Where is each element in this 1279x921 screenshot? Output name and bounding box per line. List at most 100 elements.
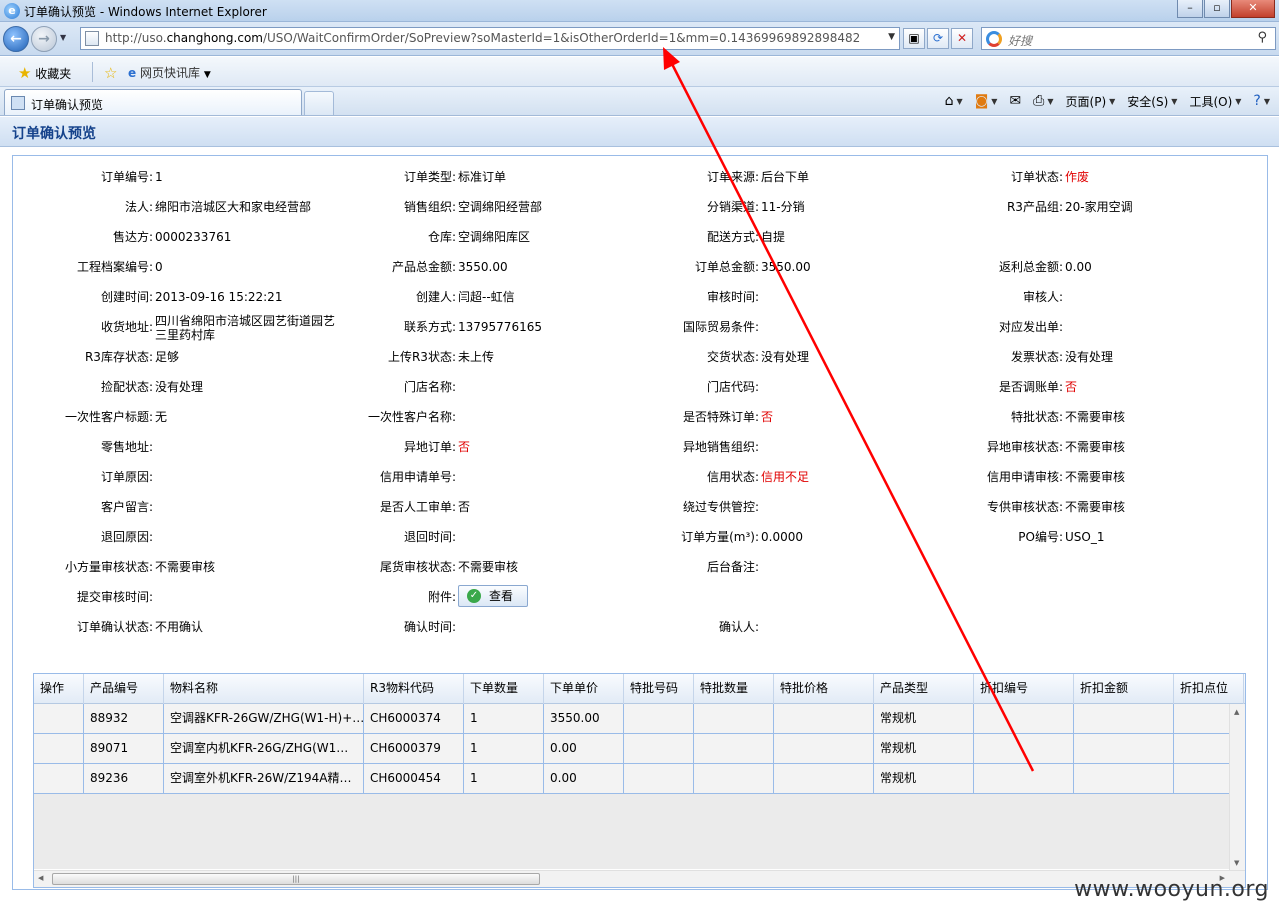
table-cell: 空调器KFR-26GW/ZHG(W1-H)+…	[164, 704, 364, 734]
table-cell: 89071	[84, 734, 164, 764]
column-header[interactable]: 特批价格	[774, 674, 874, 704]
column-header[interactable]: R3物料代码	[364, 674, 464, 704]
field-value: 否	[1065, 380, 1078, 394]
form-field: 订单原因:	[13, 470, 316, 490]
scroll-thumb[interactable]: |||	[52, 873, 540, 885]
vertical-scrollbar[interactable]: ▲ ▼	[1229, 704, 1245, 871]
field-value: 空调绵阳库区	[458, 230, 531, 244]
field-label: PO编号:	[1018, 530, 1063, 544]
table-cell: 1	[464, 704, 544, 734]
form-field: 是否调账单: 否	[923, 380, 1226, 400]
mail-button[interactable]: ✉	[1006, 91, 1024, 111]
scroll-down-icon[interactable]: ▼	[1234, 859, 1239, 867]
column-header[interactable]: 产品编号	[84, 674, 164, 704]
field-label: 订单方量(m³):	[681, 530, 759, 544]
history-dropdown-icon[interactable]: ▼	[60, 33, 66, 42]
form-field: 信用申请审核: 不需要审核	[923, 470, 1226, 490]
form-field: 配送方式: 自提	[619, 230, 922, 250]
print-button[interactable]: ⎙ ▼	[1030, 91, 1056, 111]
table-row[interactable]: 89071 空调室内机KFR-26G/ZHG(W1… CH6000379 1 0.00 常…	[34, 734, 1245, 764]
feeds-button[interactable]: ◙ ▼	[972, 91, 1001, 111]
column-header[interactable]: 折扣金额	[1074, 674, 1174, 704]
field-label: 异地审核状态:	[986, 440, 1063, 454]
scroll-up-icon[interactable]: ▲	[1234, 708, 1239, 716]
scroll-left-icon[interactable]: ◀	[38, 874, 43, 882]
help-menu[interactable]: ? ▼	[1250, 91, 1273, 111]
new-tab-button[interactable]	[304, 91, 334, 115]
tab-page-icon	[11, 96, 25, 110]
field-value: 0.0000	[761, 530, 803, 544]
form-field: 订单确认状态: 不用确认	[13, 620, 316, 640]
page-menu-label: 页面(P)	[1065, 94, 1107, 109]
close-window-button[interactable]: ✕	[1231, 0, 1275, 18]
view-attachment-button[interactable]: ✓ 查看	[458, 585, 528, 607]
column-header[interactable]: 下单单价	[544, 674, 624, 704]
url-text[interactable]: http://uso.changhong.com/USO/WaitConfirm…	[105, 31, 860, 45]
tab-active[interactable]: 订单确认预览	[4, 89, 302, 115]
tools-menu[interactable]: 工具(O) ▼	[1186, 91, 1244, 111]
form-field	[923, 590, 1226, 610]
quicklib-button[interactable]: e 网页快讯库 ▼	[128, 64, 211, 81]
field-value: 没有处理	[155, 380, 204, 394]
watermark: www.wooyun.org	[1074, 877, 1269, 902]
column-header[interactable]: 下单数量	[464, 674, 544, 704]
add-favorite-icon[interactable]: ☆	[104, 64, 117, 82]
form-field: 确认时间:	[316, 620, 619, 640]
form-field: 订单方量(m³): 0.0000	[619, 530, 922, 550]
table-cell	[774, 704, 874, 734]
form-row: 零售地址: 异地订单: 否 异地销售组织: 异地审核状态: 不需要审核	[13, 440, 1267, 460]
form-field: 订单编号: 1	[13, 170, 316, 190]
form-row: 工程档案编号: 0 产品总金额: 3550.00 订单总金额: 3550.00 返利总金额:…	[13, 260, 1267, 280]
compatibility-view-icon[interactable]: ▣	[903, 28, 925, 49]
form-field: 审核人:	[923, 290, 1226, 310]
table-cell: 1	[464, 764, 544, 794]
column-header[interactable]: 操作	[34, 674, 84, 704]
address-toolbar: ← → ▼ http://uso.changhong.com/USO/WaitC…	[0, 22, 1279, 56]
form-field: 创建时间: 2013-09-16 15:22:21	[13, 290, 316, 310]
field-value: 不需要审核	[1065, 410, 1126, 424]
column-header[interactable]: 特批号码	[624, 674, 694, 704]
table-row[interactable]: 88932 空调器KFR-26GW/ZHG(W1-H)+… CH6000374 1 35…	[34, 704, 1245, 734]
search-field[interactable]: 好搜 ⚲	[981, 27, 1276, 50]
table-cell	[774, 764, 874, 794]
field-label: 销售组织:	[403, 200, 456, 214]
field-value: 20-家用空调	[1065, 200, 1133, 214]
home-button[interactable]: ⌂ ▼	[942, 91, 966, 111]
form-field: 门店名称:	[316, 380, 619, 400]
field-value: 信用不足	[761, 470, 810, 484]
column-header[interactable]: 折扣编号	[974, 674, 1074, 704]
table-cell: CH6000454	[364, 764, 464, 794]
print-icon: ⎙	[1033, 93, 1045, 109]
url-dropdown-icon[interactable]: ▼	[888, 32, 895, 42]
column-header[interactable]: 产品类型	[874, 674, 974, 704]
refresh-icon[interactable]: ⟳	[927, 28, 949, 49]
horizontal-scrollbar[interactable]: ◀ ||| ▶	[34, 870, 1245, 887]
field-label: 是否特殊订单:	[682, 410, 759, 424]
field-label: 订单确认状态:	[76, 620, 153, 634]
field-label: 尾货审核状态:	[379, 560, 456, 574]
safety-menu[interactable]: 安全(S) ▼	[1124, 91, 1180, 111]
mail-icon: ✉	[1009, 93, 1022, 109]
column-header[interactable]: 物料名称	[164, 674, 364, 704]
stop-icon[interactable]: ✕	[951, 28, 973, 49]
forward-button[interactable]: →	[31, 26, 57, 52]
address-field[interactable]: http://uso.changhong.com/USO/WaitConfirm…	[80, 27, 900, 50]
favorites-button[interactable]: ★ 收藏夹	[18, 64, 71, 82]
page-menu[interactable]: 页面(P) ▼	[1063, 91, 1119, 111]
form-field: 信用状态: 信用不足	[619, 470, 922, 490]
maximize-button[interactable]: ▫	[1204, 0, 1230, 18]
search-placeholder: 好搜	[1008, 34, 1033, 48]
form-row: 订单编号: 1 订单类型: 标准订单 订单来源: 后台下单 订单状态: 作废	[13, 170, 1267, 190]
back-button[interactable]: ←	[3, 26, 29, 52]
minimize-button[interactable]: –	[1177, 0, 1203, 18]
field-label: 发票状态:	[1010, 350, 1063, 364]
form-field: 上传R3状态: 未上传	[316, 350, 619, 370]
table-row[interactable]: 89236 空调室外机KFR-26W/Z194A精… CH6000454 1 0.00 常…	[34, 764, 1245, 794]
column-header[interactable]: 折扣点位	[1174, 674, 1244, 704]
form-field: 销售组织: 空调绵阳经营部	[316, 200, 619, 220]
view-button-label: 查看	[489, 589, 514, 603]
search-icon[interactable]: ⚲	[1257, 30, 1267, 45]
column-header[interactable]: 特批数量	[694, 674, 774, 704]
field-value: 不需要审核	[1065, 470, 1126, 484]
field-label: 订单来源:	[706, 170, 759, 184]
